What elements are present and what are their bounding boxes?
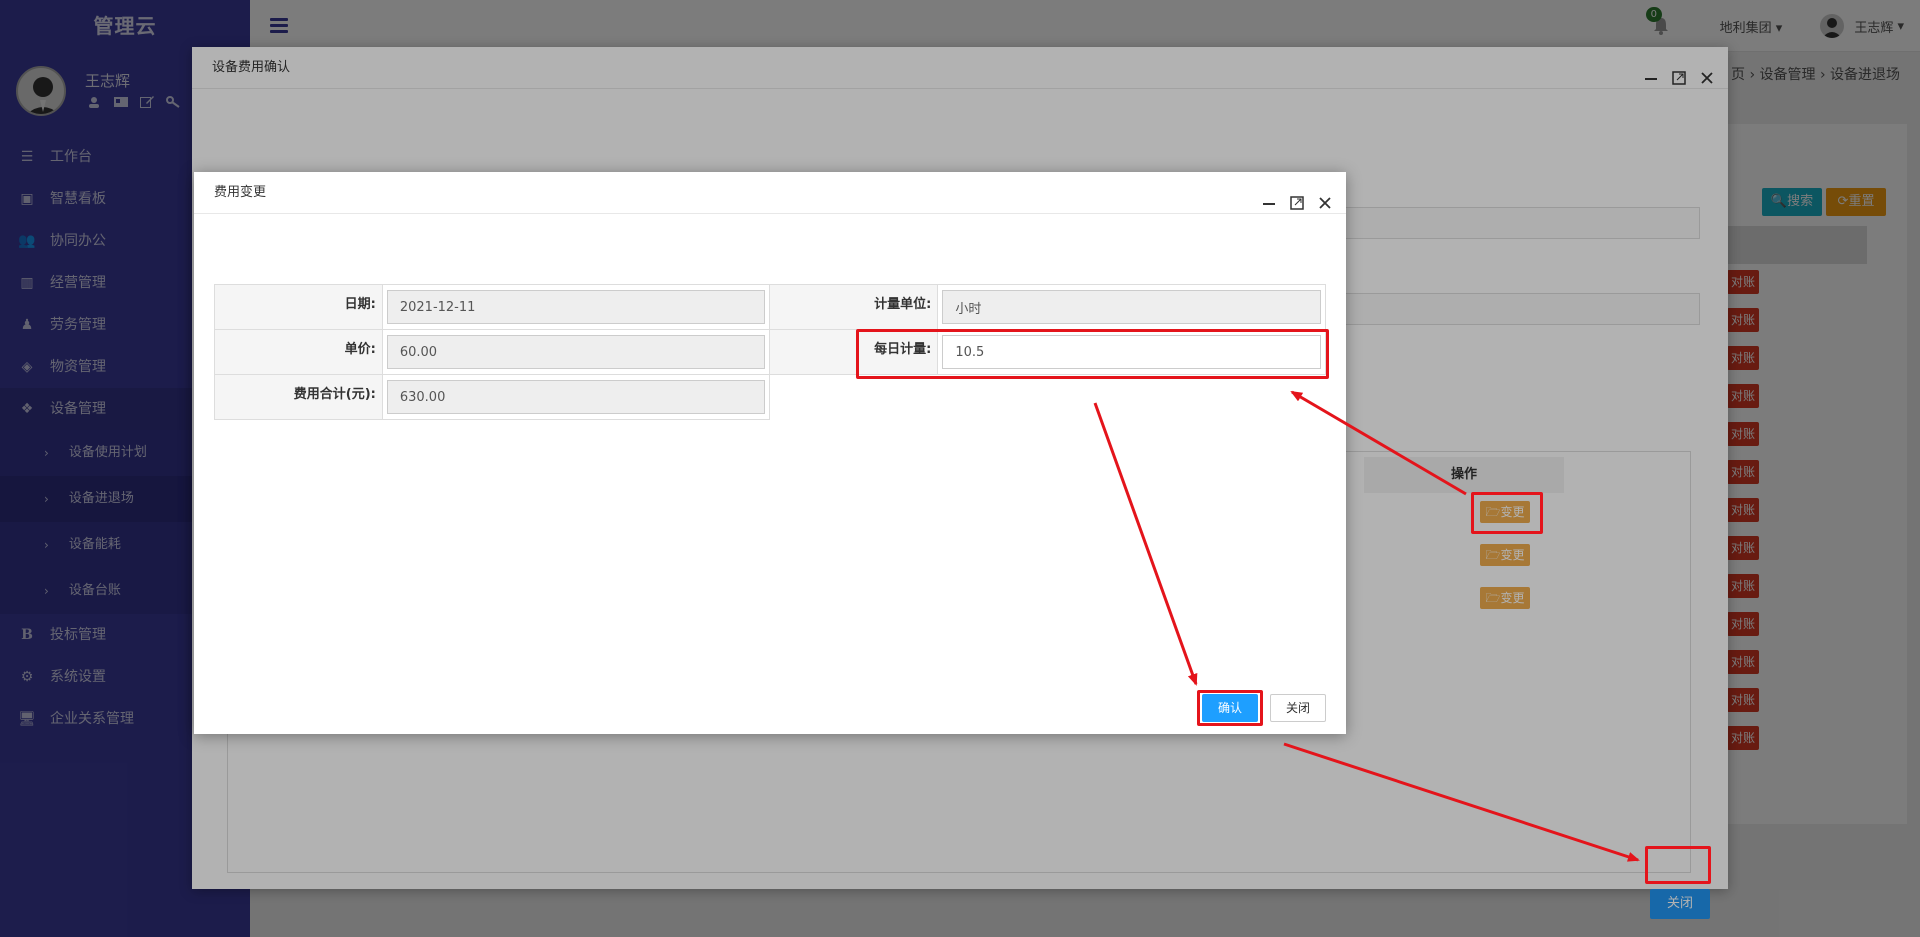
total-fee-field [386, 380, 766, 414]
date-field [386, 290, 766, 324]
unit-field [942, 290, 1321, 324]
inner-modal-title: 费用变更 [214, 185, 267, 200]
date-label: 日期: [214, 284, 383, 330]
maximize-icon[interactable] [1290, 186, 1304, 210]
close-icon[interactable] [1318, 186, 1332, 209]
inner-close-button[interactable]: 关闭 [1270, 694, 1326, 722]
total-fee-label: 费用合计(元): [214, 374, 383, 420]
unit-price-field [386, 335, 766, 369]
unit-price-label: 单价: [214, 329, 383, 375]
highlight-daily-quantity [856, 329, 1329, 379]
inner-window-controls [1262, 172, 1332, 214]
unit-label: 计量单位: [769, 284, 939, 330]
highlight-change-button [1471, 492, 1543, 534]
minimize-icon[interactable] [1262, 186, 1276, 205]
highlight-confirm-button [1197, 690, 1263, 726]
inner-modal-body: 日期: 计量单位: 单价: 每日计量: 费用合计(元): 确认 关闭 [194, 214, 1346, 734]
inner-modal-header: 费用变更 [194, 172, 1346, 214]
fee-change-modal: 费用变更 日期: 计量单位: 单价: 每日计量: 费用合计(元): [194, 172, 1346, 734]
highlight-outer-close-button [1645, 846, 1711, 884]
